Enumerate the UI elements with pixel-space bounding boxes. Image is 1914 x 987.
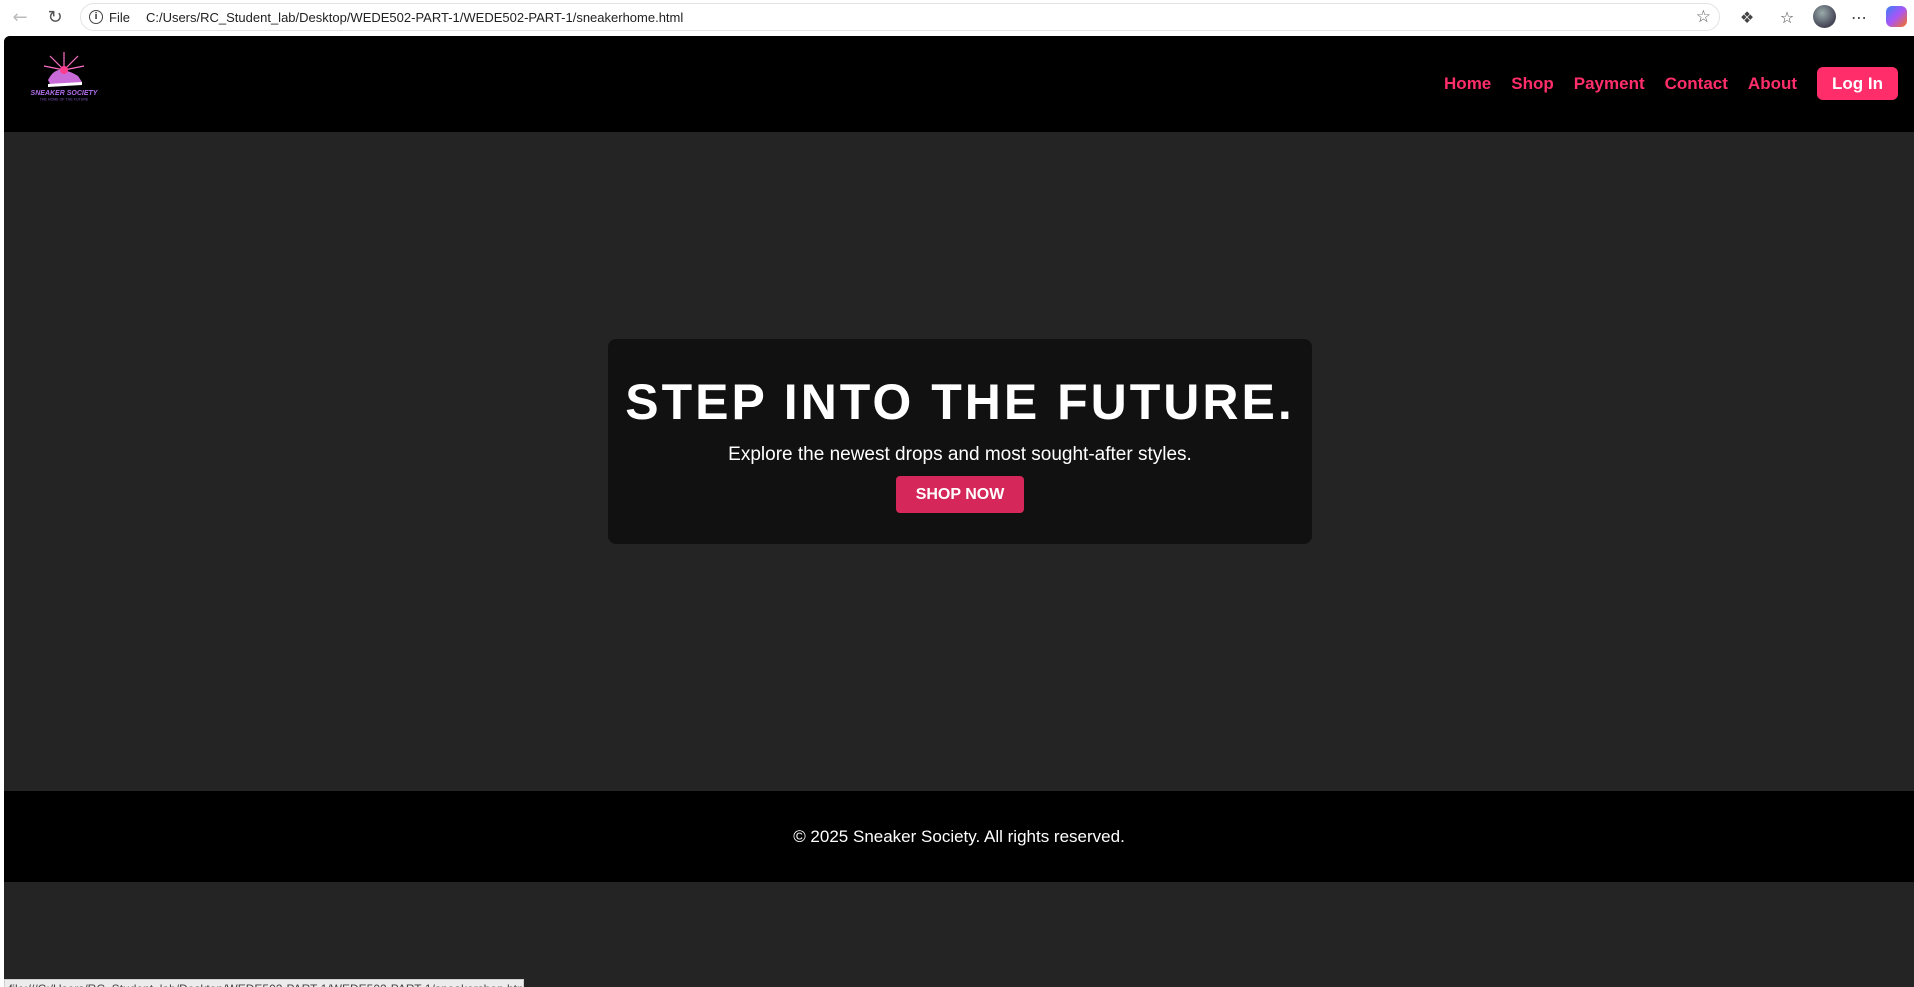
browser-toolbar: ← ↻ i File C:/Users/RC_Student_lab/Deskt…: [0, 0, 1914, 34]
url-text[interactable]: C:/Users/RC_Student_lab/Desktop/WEDE502-…: [146, 10, 683, 25]
back-arrow-icon[interactable]: ←: [6, 5, 34, 29]
hero-card: STEP INTO THE FUTURE. Explore the newest…: [608, 339, 1312, 544]
extensions-icon[interactable]: ❖: [1734, 5, 1760, 29]
nav-contact[interactable]: Contact: [1665, 74, 1728, 94]
site-footer: © 2025 Sneaker Society. All rights reser…: [4, 791, 1914, 882]
profile-avatar[interactable]: [1813, 5, 1836, 28]
refresh-icon[interactable]: ↻: [41, 5, 69, 29]
file-label: File: [109, 9, 130, 25]
star-icon[interactable]: ☆: [1696, 7, 1711, 27]
copilot-icon[interactable]: [1886, 6, 1907, 27]
nav-about[interactable]: About: [1748, 74, 1797, 94]
main-nav: Home Shop Payment Contact About Log In: [1444, 67, 1898, 100]
favorites-icon[interactable]: ☆: [1774, 5, 1800, 29]
address-bar[interactable]: i File C:/Users/RC_Student_lab/Desktop/W…: [80, 3, 1720, 31]
logo-tagline: THE HOME OF THE FUTURE: [40, 98, 89, 102]
info-icon[interactable]: i: [89, 10, 103, 24]
copyright-text: © 2025 Sneaker Society. All rights reser…: [793, 827, 1125, 846]
more-menu-icon[interactable]: ⋯: [1846, 5, 1872, 29]
site-header: SNEAKER SOCIETY THE HOME OF THE FUTURE H…: [4, 36, 1914, 132]
shop-now-button[interactable]: SHOP NOW: [895, 476, 1025, 513]
hero-title: STEP INTO THE FUTURE.: [625, 374, 1295, 430]
nav-home[interactable]: Home: [1444, 74, 1491, 94]
logo-text: SNEAKER SOCIETY: [31, 90, 99, 97]
login-button[interactable]: Log In: [1817, 67, 1898, 100]
sneaker-society-logo[interactable]: SNEAKER SOCIETY THE HOME OF THE FUTURE: [24, 50, 104, 102]
status-bar-url: file:///C:/Users/RC_Student_lab/Desktop/…: [4, 979, 524, 987]
nav-shop[interactable]: Shop: [1511, 74, 1554, 94]
page-viewport: SNEAKER SOCIETY THE HOME OF THE FUTURE H…: [4, 36, 1914, 987]
hero-subtitle: Explore the newest drops and most sought…: [728, 444, 1192, 465]
nav-payment[interactable]: Payment: [1574, 74, 1645, 94]
